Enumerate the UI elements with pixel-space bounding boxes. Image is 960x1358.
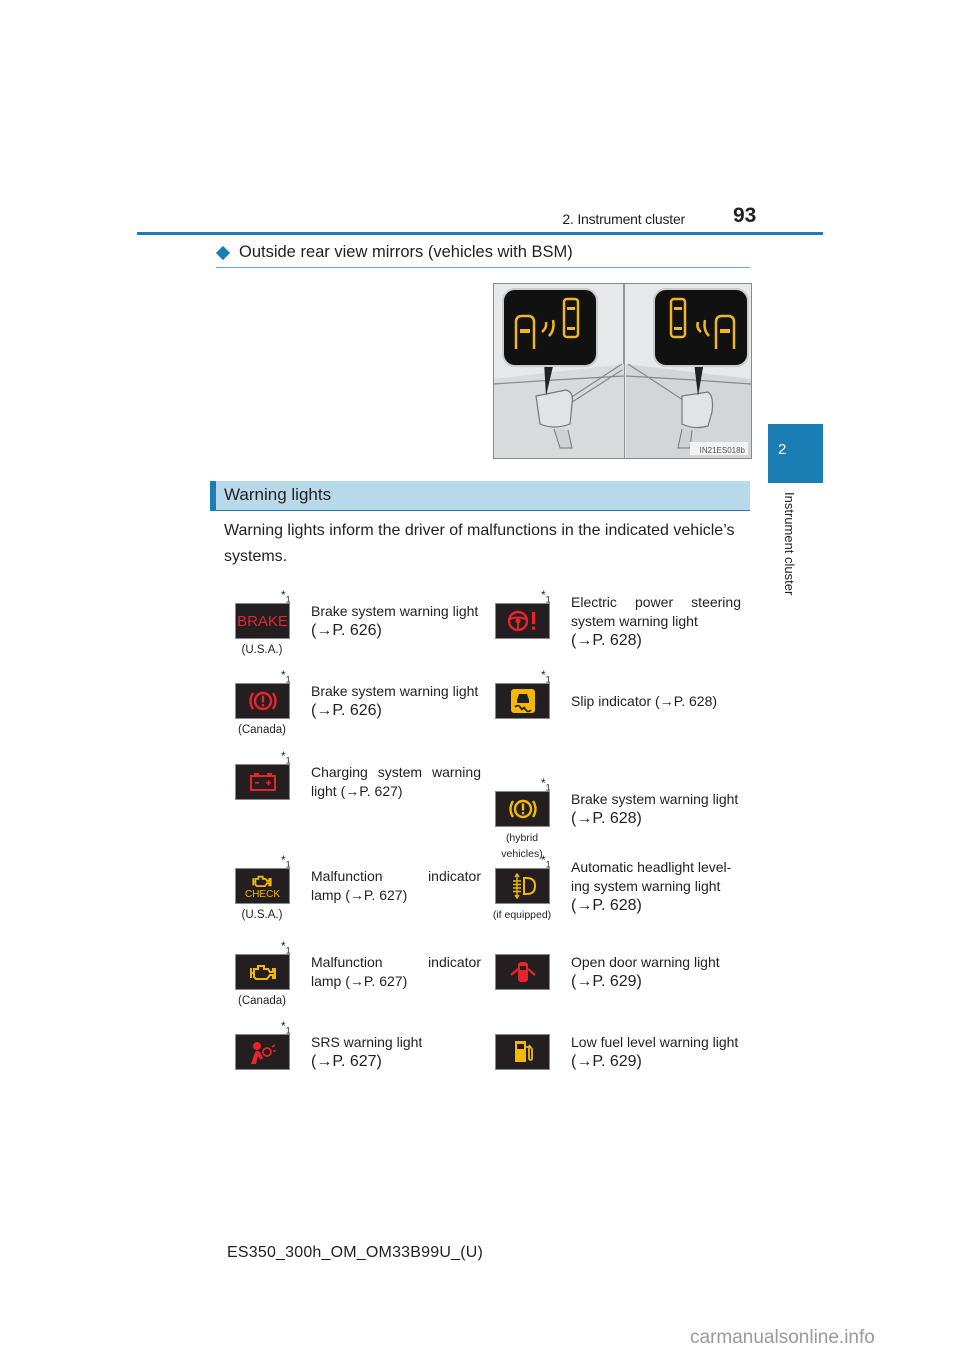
warning-light-description: Brake system warning light (→P. 628) (571, 790, 741, 828)
bsm-illustration-svg (493, 284, 752, 458)
description-line: (→P. 626) (311, 702, 382, 719)
description-line: Electric power steering (571, 593, 741, 610)
bsm-mirror-illustration: IN21ES018b (493, 283, 752, 459)
subsection-heading: Outside rear view mirrors (vehicles with… (215, 243, 573, 262)
warning-light-description: Slip indicator (→P. 628) (571, 692, 741, 711)
warning-light-icon-box (495, 791, 550, 827)
warning-light-description: Charging system warning light (→P. 627) (311, 763, 481, 801)
warning-light-description: Automatic headlight level-ing system war… (571, 858, 741, 915)
description-line: Malfunction indicator (311, 954, 481, 970)
warning-light-description: Low fuel level warning light (→P. 629) (571, 1033, 741, 1071)
footnote-marker: *1 (281, 588, 291, 605)
description-line: (→P. 628) (571, 631, 642, 649)
engine-icon (248, 961, 278, 983)
section-title: 2. Instrument cluster (562, 211, 685, 227)
airbag-icon (248, 1038, 278, 1066)
description-line: Low fuel level warning light (571, 1034, 739, 1050)
description-line: Brake system warning light (311, 603, 479, 619)
fuel-pump-icon (510, 1038, 536, 1066)
warning-lights-title: Warning lights (224, 485, 332, 504)
warning-lights-heading: Warning lights (210, 481, 750, 511)
warning-light-caption: (U.S.A.) (241, 644, 283, 656)
description-line: light (→P. 627) (311, 783, 403, 799)
description-line: SRS warning light (311, 1034, 423, 1050)
warning-light-description: Malfunction indicator lamp (→P. 627) (311, 867, 481, 905)
warning-light-icon-box: CHECK (235, 868, 290, 904)
chapter-number: 2 (778, 441, 787, 458)
footnote-marker: *1 (281, 1019, 291, 1036)
document-code: ES350_300h_OM_OM33B99U_(U) (227, 1244, 484, 1261)
footnote-marker: *1 (281, 939, 291, 956)
footnote-marker: *1 (541, 668, 551, 685)
footnote-marker: *1 (541, 776, 551, 793)
steering-wheel-icon (505, 608, 541, 634)
warning-light-icon-box: BRAKE (235, 603, 290, 639)
chapter-tab[interactable]: 2 (768, 424, 823, 483)
warning-light-caption: (if equipped) (492, 909, 552, 921)
warning-light-description: Malfunction indicator lamp (→P. 627) (311, 953, 481, 991)
brake-text-icon: BRAKE (237, 612, 288, 630)
description-line: ing system warning light (571, 877, 721, 894)
description-line: (→P. 627) (311, 1053, 382, 1070)
warning-light-description: Brake system warning light (→P. 626) (311, 682, 481, 720)
footnote-marker: *1 (541, 588, 551, 605)
image-code: IN21ES018b (699, 446, 745, 455)
battery-icon (247, 771, 279, 793)
footnote-marker: *1 (281, 668, 291, 685)
warning-light-caption: (U.S.A.) (241, 909, 283, 921)
warning-light-description: Electric power steering system warning li… (571, 593, 741, 650)
warning-light-caption: (hybrid vehicles) (501, 832, 543, 860)
header-rule (137, 232, 823, 235)
subsection-rule (216, 267, 750, 268)
description-line: Charging system warning (311, 764, 481, 780)
warning-lights-intro: Warning lights inform the driver of malf… (224, 522, 735, 565)
warning-light-icon-box (235, 764, 290, 800)
description-line: Malfunction indicator (311, 868, 481, 884)
description-line: system warning light (571, 612, 698, 629)
diamond-bullet-icon (215, 245, 231, 260)
headlight-leveling-icon (507, 873, 539, 899)
chapter-label: Instrument cluster (782, 492, 802, 612)
description-line: lamp (→P. 627) (311, 973, 408, 989)
warning-light-icon-box (495, 683, 550, 719)
footnote-marker: *1 (281, 749, 291, 766)
description-line: lamp (→P. 627) (311, 887, 408, 903)
subsection-title: Outside rear view mirrors (vehicles with… (239, 243, 573, 261)
warning-light-icon-box (495, 954, 550, 990)
warning-light-icon-box (235, 1034, 290, 1070)
description-line: (→P. 629) (571, 973, 642, 990)
description-line: (→P. 628) (571, 896, 642, 914)
warning-light-caption: (Canada) (238, 995, 286, 1007)
watermark[interactable]: carmanualsonline.info (690, 1327, 875, 1349)
description-line: (→P. 629) (571, 1053, 642, 1070)
description-line: Slip indicator (→P. 628) (571, 692, 718, 709)
description-line: (→P. 626) (311, 622, 382, 639)
warning-light-description: SRS warning light (→P. 627) (311, 1033, 481, 1071)
check-engine-icon: CHECK (245, 873, 280, 900)
warning-lights-rule (210, 510, 750, 511)
slip-indicator-icon (510, 688, 536, 714)
footnote-marker: *1 (281, 853, 291, 870)
brake-circle-icon (506, 796, 540, 822)
chapter-label-text: Instrument cluster (782, 492, 797, 596)
description-line: (→P. 628) (571, 810, 642, 827)
description-line: Open door warning light (571, 954, 720, 970)
description-line: Brake system warning light (571, 791, 739, 807)
warning-light-icon-box (495, 1034, 550, 1070)
warning-light-icon-box (235, 683, 290, 719)
footnote-marker: *1 (541, 853, 551, 870)
open-door-icon (507, 959, 539, 985)
warning-light-icon-box (495, 603, 550, 639)
page-number: 93 (733, 204, 757, 227)
warning-light-icon-box (495, 868, 550, 904)
description-line: Brake system warning light (311, 683, 479, 699)
warning-light-description: Brake system warning light (→P. 626) (311, 602, 481, 640)
warning-light-caption: (Canada) (238, 724, 286, 736)
brake-circle-icon (246, 688, 280, 714)
warning-light-description: Open door warning light (→P. 629) (571, 953, 741, 991)
description-line: Automatic headlight level- (571, 858, 732, 875)
warning-light-icon-box (235, 954, 290, 990)
